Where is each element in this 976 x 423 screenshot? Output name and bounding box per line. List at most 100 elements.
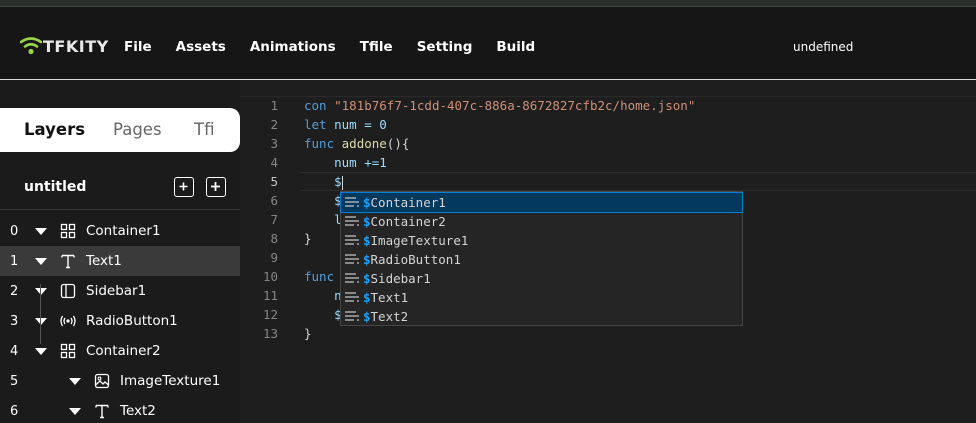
file-plus-icon — [179, 182, 188, 191]
line-number: 3 — [270, 136, 278, 151]
code-token: (){ — [386, 136, 410, 151]
current-line-highlight — [300, 172, 976, 191]
code-token: num = 0 — [326, 117, 387, 132]
code-line-5: $ — [304, 174, 343, 190]
caret-down-icon[interactable] — [35, 287, 47, 295]
line-number: 12 — [262, 307, 278, 322]
app-logo[interactable]: TFKITY — [19, 36, 109, 56]
suggestion-label: ImageTexture1 — [370, 233, 469, 248]
caret-down-icon[interactable] — [69, 407, 81, 415]
plus-square-icon — [211, 182, 220, 191]
tab-tfi[interactable]: Tfi — [194, 120, 214, 139]
suggestion-item[interactable]: $Container1 — [340, 192, 743, 213]
autocomplete-widget: $Container1 $Container2 $ImageTexture1 $… — [340, 191, 743, 326]
layer-row-selected[interactable]: 1 Text1 — [0, 246, 240, 276]
layer-row[interactable]: 2 Sidebar1 — [0, 276, 240, 306]
tab-layers[interactable]: Layers — [24, 120, 85, 139]
string-token: "181b76f7-1cdd-407c-886a-8672827cfb2c/ho… — [334, 98, 696, 113]
suggestion-label: RadioButton1 — [370, 252, 461, 267]
wifi-signal-icon — [19, 36, 43, 56]
caret-down-icon[interactable] — [35, 227, 47, 235]
layer-index: 5 — [10, 373, 19, 389]
caret-down-icon[interactable] — [35, 257, 47, 265]
image-icon — [94, 373, 110, 389]
project-title: untitled — [24, 179, 87, 195]
suggestion-item[interactable]: $RadioButton1 — [341, 250, 742, 269]
suggestion-item[interactable]: $Container2 — [341, 212, 742, 231]
match-highlight: $ — [363, 271, 371, 286]
caret-down-icon[interactable] — [35, 317, 47, 325]
layer-name: Text1 — [86, 253, 122, 269]
match-highlight: $ — [363, 252, 371, 267]
sidebar-tabs: Layers Pages Tfi — [0, 108, 240, 152]
suggestion-label: Text1 — [370, 290, 409, 305]
suggestion-item[interactable]: $Text1 — [341, 288, 742, 307]
text-snippet-icon — [345, 273, 359, 283]
logo-text: TFKITY — [43, 37, 109, 56]
line-number: 9 — [270, 250, 278, 265]
code-line-13: } — [304, 326, 312, 341]
layer-row[interactable]: 0 Container1 — [0, 216, 240, 246]
suggestion-label: Container2 — [370, 214, 446, 229]
line-number: 13 — [262, 326, 278, 341]
menu-tfile[interactable]: Tfile — [360, 39, 393, 55]
layer-name: Sidebar1 — [86, 283, 147, 299]
layer-row[interactable]: 5 ImageTexture1 — [0, 366, 240, 396]
line-number: 8 — [270, 231, 278, 246]
match-highlight: $ — [363, 233, 371, 248]
suggestion-item[interactable]: $ImageTexture1 — [341, 231, 742, 250]
code-line-11: n — [304, 288, 342, 303]
layer-name: Container2 — [86, 343, 161, 359]
keyword-token: con — [304, 98, 327, 113]
layer-name: ImageTexture1 — [120, 373, 221, 389]
menu-assets[interactable]: Assets — [176, 39, 226, 55]
sidebar-divider — [0, 209, 240, 210]
text-snippet-icon — [345, 216, 359, 226]
line-number: 11 — [262, 288, 278, 303]
radio-signal-icon — [60, 315, 76, 327]
layer-index: 6 — [10, 403, 19, 419]
match-highlight: $ — [363, 290, 371, 305]
tree-indent-line — [40, 284, 41, 344]
layer-row[interactable]: 4 Container2 — [0, 336, 240, 366]
caret-down-icon[interactable] — [35, 347, 47, 355]
grid-icon — [60, 223, 76, 239]
line-number-active: 5 — [270, 174, 278, 189]
text-snippet-icon — [345, 254, 359, 264]
layer-index: 1 — [10, 253, 19, 269]
menu-animations[interactable]: Animations — [250, 39, 336, 55]
text-snippet-icon — [345, 197, 359, 207]
sidebar-icon — [60, 283, 76, 299]
layer-index: 0 — [10, 223, 19, 239]
layer-index: 3 — [10, 313, 19, 329]
menu-file[interactable]: File — [124, 39, 152, 55]
layer-row[interactable]: 6 Text2 — [0, 396, 240, 423]
code-line-1: con "181b76f7-1cdd-407c-886a-8672827cfb2… — [304, 98, 695, 113]
code-token: $ — [304, 174, 342, 189]
suggestion-label: Text2 — [370, 309, 409, 324]
keyword-token: let — [304, 117, 327, 132]
project-name: undefined — [793, 40, 854, 54]
text-icon — [95, 404, 109, 419]
main-menu: File Assets Animations Tfile Setting Bui… — [124, 39, 559, 55]
tab-pages[interactable]: Pages — [113, 120, 162, 139]
add-layer-button[interactable] — [206, 177, 226, 197]
menu-setting[interactable]: Setting — [417, 39, 473, 55]
line-number: 10 — [262, 269, 278, 284]
menu-build[interactable]: Build — [496, 39, 535, 55]
text-icon — [61, 254, 75, 269]
suggestion-item[interactable]: $Text2 — [341, 307, 742, 326]
caret-down-icon[interactable] — [69, 377, 81, 385]
match-highlight: $ — [363, 214, 371, 229]
editor-top-border — [240, 96, 976, 97]
suggestion-item[interactable]: $Sidebar1 — [341, 269, 742, 288]
add-page-button[interactable] — [174, 177, 194, 197]
match-highlight: $ — [363, 195, 371, 210]
text-snippet-icon — [345, 292, 359, 302]
code-line-10: func — [304, 269, 335, 284]
function-name-token: addone — [341, 136, 387, 151]
layer-name: Container1 — [86, 223, 161, 239]
line-number: 4 — [270, 155, 278, 170]
line-number: 7 — [270, 212, 278, 227]
layer-row[interactable]: 3 RadioButton1 — [0, 306, 240, 336]
